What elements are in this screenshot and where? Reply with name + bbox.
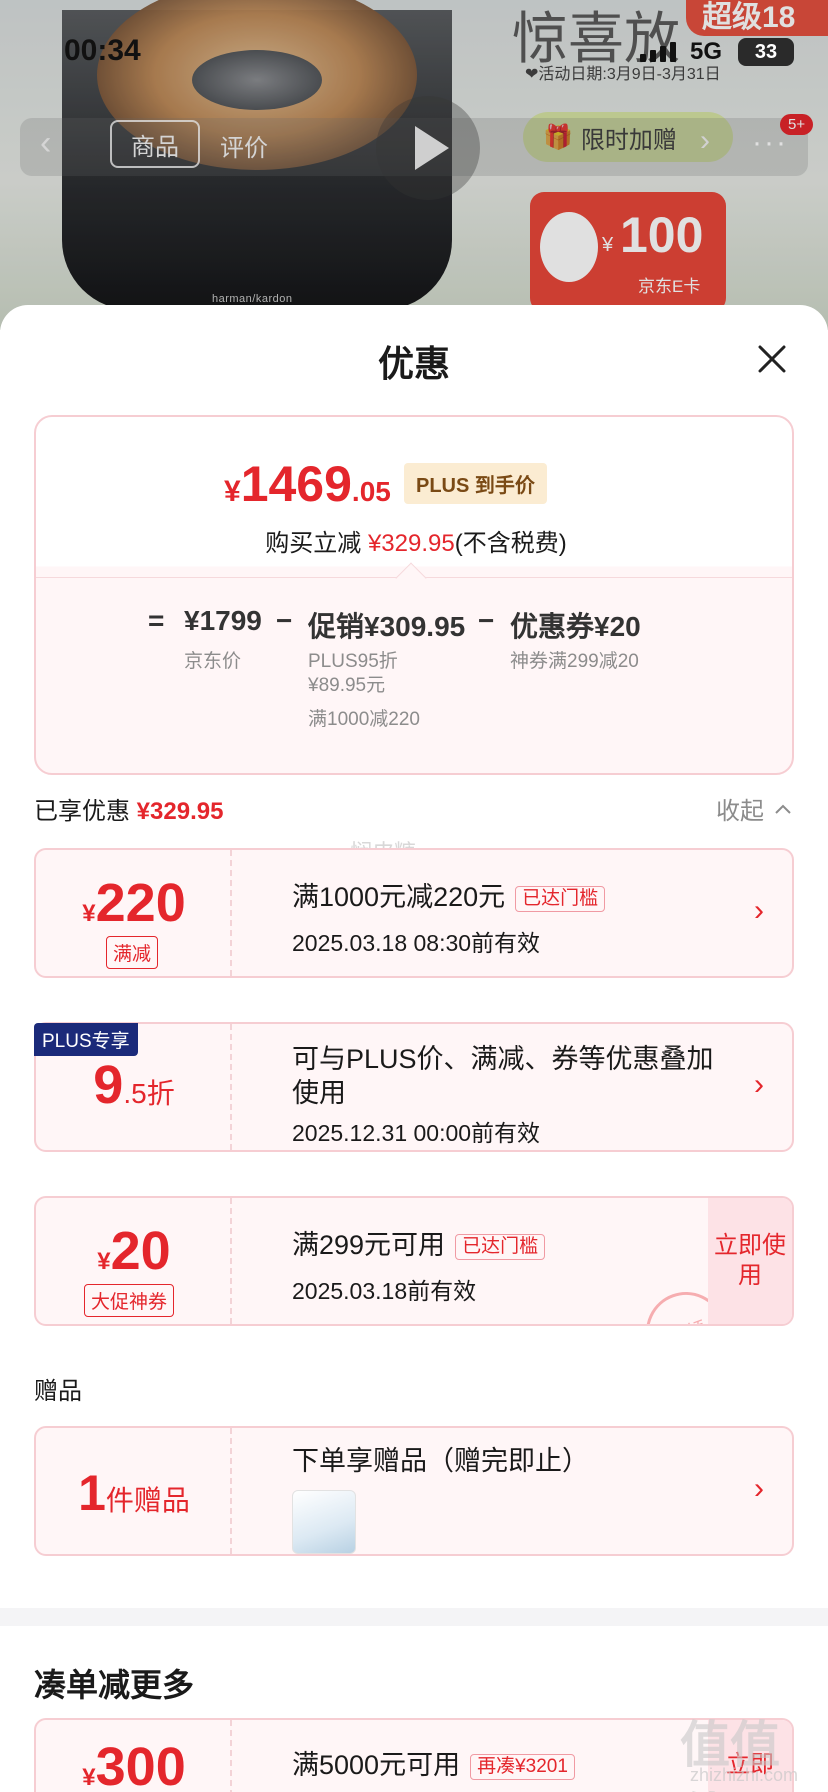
add-more-pill: 再凑¥3201 [470, 1753, 575, 1780]
coupon-title: 可与PLUS价、满减、券等优惠叠加 使用 [292, 1044, 714, 1108]
threshold-pill: 已达门槛 [455, 1233, 546, 1260]
chevron-right-icon: › [754, 1068, 764, 1101]
coupon-type-tag: 大促神券 [84, 1284, 175, 1317]
collapse-toggle[interactable]: 收起 [716, 791, 792, 826]
minus-sign: − [276, 605, 293, 636]
chevron-right-icon: › [754, 894, 764, 927]
promo-amount: 促销¥309.95 [308, 611, 466, 642]
sheet-title: 优惠 [377, 343, 450, 384]
coupon-card-full-reduction[interactable]: ¥220 满减 满1000元减220元 已达门槛 2025.03.18 08:30… [34, 848, 794, 978]
jd-price-label: 京东价 [184, 651, 242, 672]
gift-thumbnail[interactable] [292, 1490, 356, 1554]
battery-icon: 33 [738, 38, 794, 66]
coupon-card-plus-discount[interactable]: 9.5折 可与PLUS价、满减、券等优惠叠加 使用 2025.12.31 00:… [34, 1022, 794, 1152]
coupon-title: 满5000元可用 再凑¥3201 [292, 1748, 575, 1782]
threshold-pill: 已达门槛 [515, 885, 606, 912]
gift-section-title: 赠品 [34, 1378, 82, 1405]
gift-title: 下单享赠品（赠完即止） [292, 1446, 589, 1476]
close-icon[interactable] [754, 341, 790, 377]
save-line: 购买立减 ¥329.95(不含税费) [265, 530, 567, 557]
plus-price-tag: PLUS 到手价 [404, 463, 547, 504]
final-price: ¥ 1469 .05 [224, 456, 391, 512]
plus-exclusive-badge: PLUS专享 [34, 1023, 138, 1056]
use-now-button[interactable]: 立即使用 [708, 1198, 792, 1324]
coupon-card-super-coupon[interactable]: ¥20 大促神券 满299元可用已达门槛 2025.03.18前有效 已领 立即… [34, 1196, 794, 1326]
price-summary: ¥ 1469 .05 PLUS 到手价 购买立减 ¥329.95(不含税费) =… [34, 415, 794, 775]
status-bar: 00:34 5G 33 [0, 0, 828, 100]
gift-card[interactable]: 1件赠品 下单享赠品（赠完即止） › [34, 1426, 794, 1556]
chevron-up-icon [775, 804, 791, 814]
enjoyed-discount: 已享优惠 ¥329.95 [34, 798, 224, 825]
minus-sign: − [478, 605, 495, 636]
coupon-validity: 2025.03.18 08:30前有效 [292, 930, 541, 956]
coupon-title: 满1000元减220元 已达门槛 [292, 880, 606, 914]
discount-sheet: 优惠 ¥ 1469 .05 PLUS 到手价 购买立减 ¥329.95(不含税费… [0, 305, 828, 1792]
coupon-validity: 2025.12.31 00:00前有效 [292, 1120, 541, 1146]
more-section-title: 凑单减更多 [34, 1667, 195, 1703]
network-label: 5G [690, 38, 723, 65]
jd-price: ¥1799 [184, 605, 262, 636]
equals-sign: = [148, 605, 165, 636]
coupon-amount: 优惠券¥20 [510, 611, 641, 642]
site-watermark-url: zhizhizhi.com [690, 1765, 799, 1785]
signal-icon [640, 42, 676, 62]
coupon-validity: 2025.03.18前有效 [292, 1278, 477, 1304]
chevron-right-icon: › [754, 1472, 764, 1505]
status-time: 00:34 [64, 34, 141, 67]
coupon-type-tag: 满减 [106, 936, 159, 969]
coupon-title: 满299元可用 已达门槛 [292, 1228, 546, 1262]
